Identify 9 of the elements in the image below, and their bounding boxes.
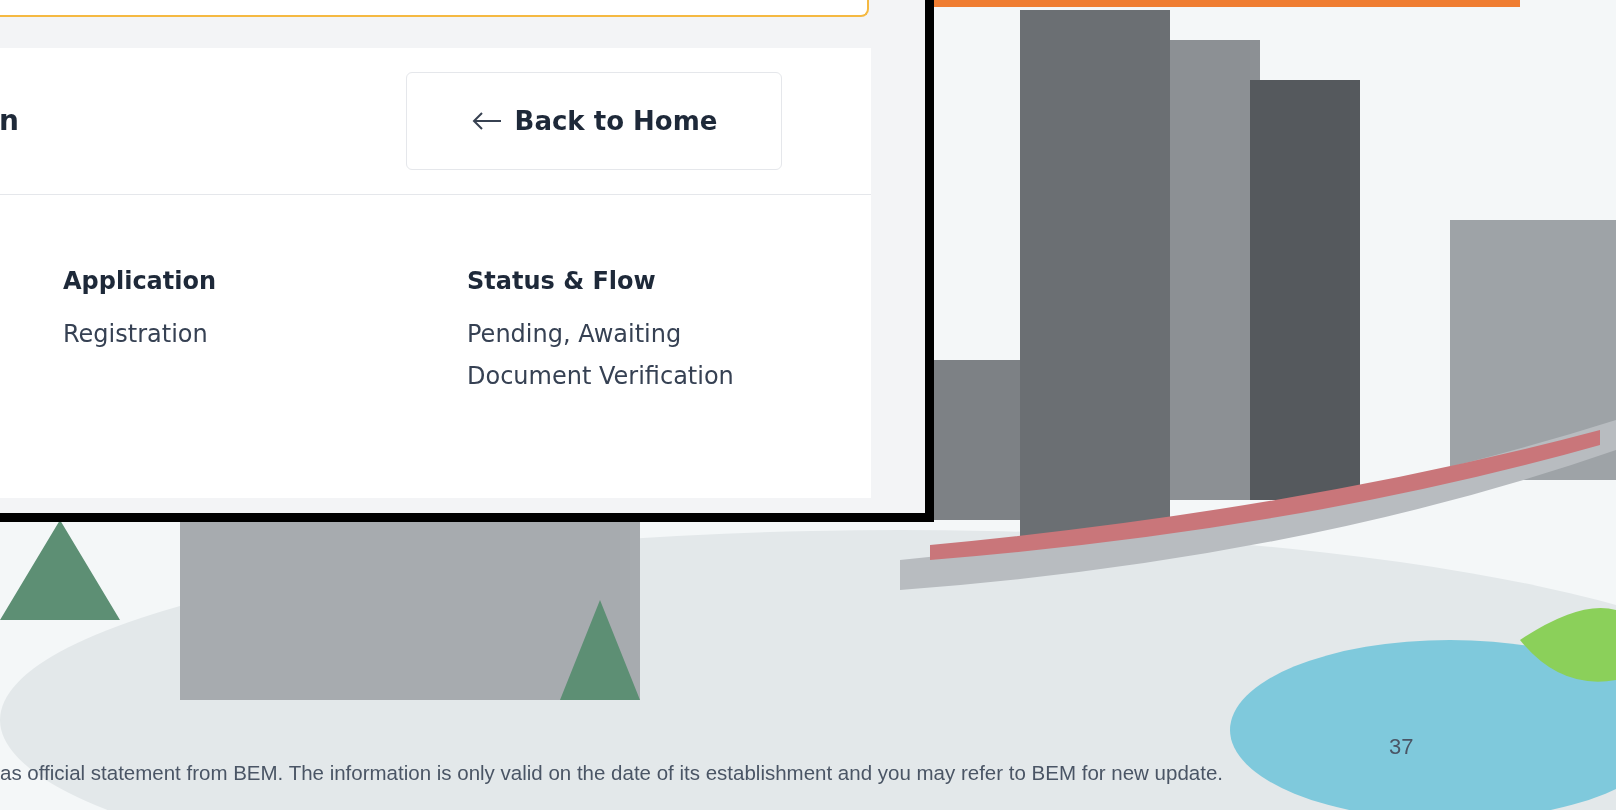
left-arrow-icon: [470, 111, 503, 131]
detail-value: Registration: [63, 319, 209, 350]
back-button[interactable]: Back to Home: [406, 72, 782, 170]
page-title: n: [0, 103, 19, 139]
page-number: 37: [1389, 733, 1414, 761]
detail-label: Status & Flow: [467, 266, 657, 297]
detail-value: Pending, Awaiting Document Verification: [467, 319, 735, 392]
disclaimer: as official statement from BEM. The information is only valid on the date of its establishment and you may refer to BEM for new update.: [0, 760, 1223, 786]
detail-label: Application: [63, 266, 218, 297]
